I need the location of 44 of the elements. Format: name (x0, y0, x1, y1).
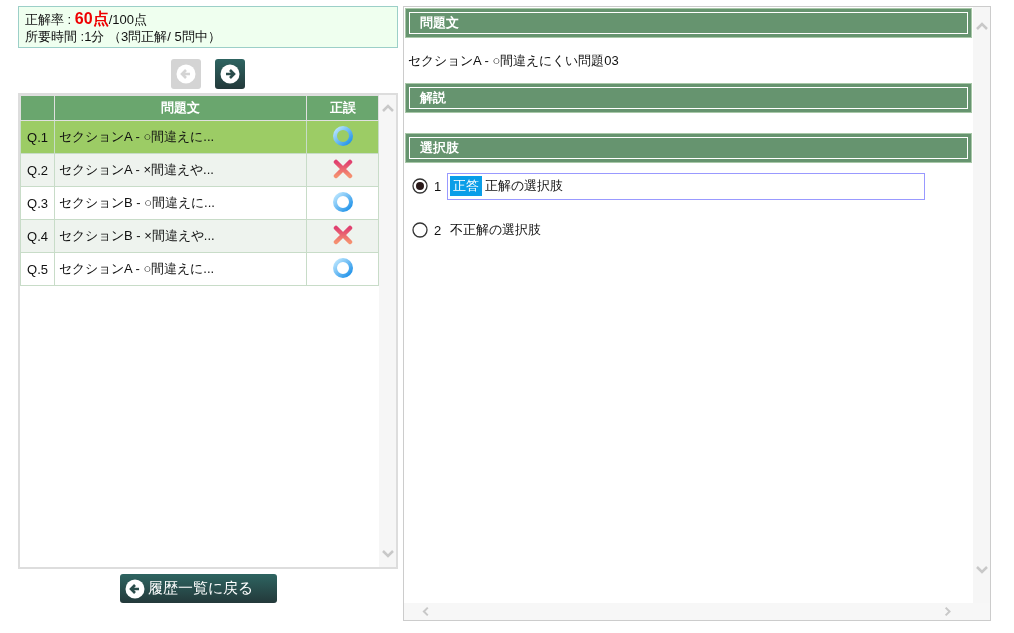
time-line: 所要時間 :1分 （3問正解/ 5問中） (25, 28, 222, 45)
choice-text: 正解の選択肢 (485, 177, 564, 195)
choice-number: 1 (434, 178, 442, 194)
vertical-scrollbar[interactable] (379, 95, 396, 567)
radio-button[interactable] (412, 222, 428, 238)
next-button[interactable] (215, 59, 245, 89)
scroll-up-icon[interactable] (974, 21, 989, 32)
question-title: セクションB - ○間違えに... (54, 186, 307, 220)
circle-icon (331, 124, 354, 147)
question-row[interactable]: Q.2 セクションA - ×間違えや... (20, 153, 379, 187)
vertical-scrollbar[interactable] (973, 7, 990, 603)
back-to-history-button[interactable]: 履歴一覧に戻る (119, 574, 277, 603)
choice-text: 不正解の選択肢 (450, 221, 542, 239)
section-heading: 選択肢 (406, 134, 971, 162)
column-header: 問題文 (54, 95, 307, 121)
section-heading: 問題文 (406, 9, 971, 37)
section-heading: 解説 (406, 84, 971, 112)
question-number: Q.1 (20, 120, 55, 154)
question-number: Q.3 (20, 186, 55, 220)
scroll-down-icon[interactable] (380, 548, 395, 559)
question-row[interactable]: Q.1 セクションA - ○間違えに... (20, 120, 379, 154)
question-number: Q.5 (20, 252, 55, 286)
horizontal-scrollbar[interactable] (404, 603, 990, 620)
scroll-down-icon[interactable] (974, 564, 989, 575)
question-number: Q.2 (20, 153, 55, 187)
question-text: セクションA - ○間違えにくい問題03 (407, 52, 620, 70)
question-row[interactable]: Q.5 セクションA - ○間違えに... (20, 252, 379, 286)
question-title: セクションA - ○間違えに... (54, 120, 307, 154)
correct-answer-badge: 正答 (450, 176, 483, 196)
scroll-up-icon[interactable] (380, 103, 395, 114)
question-title: セクションA - ○間違えに... (54, 252, 307, 286)
cross-icon (332, 158, 353, 179)
question-row[interactable]: Q.3 セクションB - ○間違えに... (20, 186, 379, 220)
choice-number: 2 (434, 222, 442, 238)
question-title: セクションA - ×間違えや... (54, 153, 307, 187)
cross-icon (332, 224, 353, 245)
question-title: セクションB - ×間違えや... (54, 219, 307, 253)
column-header: 正誤 (306, 95, 379, 121)
question-number: Q.4 (20, 219, 55, 253)
circle-icon (331, 190, 354, 213)
question-row[interactable]: Q.4 セクションB - ×間違えや... (20, 219, 379, 253)
radio-button[interactable] (412, 178, 428, 194)
circle-icon (331, 256, 354, 279)
score-line: 正解率 : 60点/100点 (25, 10, 148, 28)
